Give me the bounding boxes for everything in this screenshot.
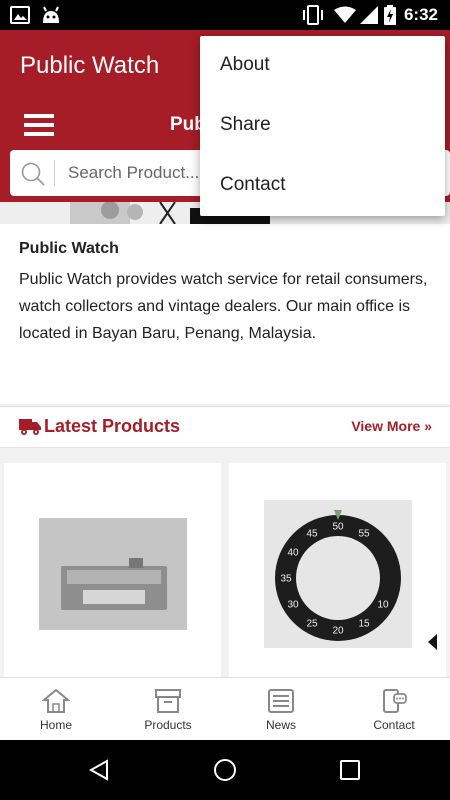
- menu-item-label: Contact: [220, 174, 286, 195]
- bezel-number: 45: [306, 529, 318, 540]
- product-card[interactable]: 55 50 45 40 35 30 25 20 15 10: [229, 463, 446, 677]
- nav-label: Products: [144, 718, 192, 732]
- bezel-number: 20: [332, 626, 344, 637]
- nav-products[interactable]: Products: [112, 678, 224, 741]
- search-icon: [21, 162, 45, 186]
- bezel-number: 35: [280, 574, 292, 585]
- bezel-number: 55: [358, 529, 370, 540]
- app-title: Public Watch: [20, 52, 160, 79]
- bezel-number: 10: [377, 600, 389, 611]
- about-description: Public Watch provides watch service for …: [19, 271, 428, 342]
- newspaper-icon: [268, 689, 294, 713]
- bezel-number: 15: [358, 619, 370, 630]
- bezel-number: 50: [332, 522, 344, 533]
- nav-label: Contact: [373, 718, 415, 732]
- product-image: [39, 518, 187, 630]
- nav-news[interactable]: News: [225, 678, 337, 741]
- bezel-number: 25: [306, 619, 318, 630]
- about-section: Public Watch Public Watch provides watch…: [0, 224, 450, 404]
- recents-icon[interactable]: [339, 759, 361, 781]
- home-icon: [42, 688, 70, 713]
- nav-label: News: [265, 718, 296, 732]
- latest-products-header: Latest Products View More »: [0, 406, 450, 448]
- menu-item-share[interactable]: Share: [200, 96, 445, 156]
- phone-chat-icon: [383, 689, 407, 713]
- hamburger-menu-icon[interactable]: [24, 114, 54, 136]
- android-icon: [43, 6, 59, 23]
- vibrate-icon: [303, 5, 323, 25]
- bottom-navigation: Home Products News Contact: [0, 677, 450, 741]
- system-navigation-bar: [0, 740, 450, 800]
- menu-item-label: Share: [220, 114, 271, 135]
- truck-icon: [19, 419, 41, 435]
- wifi-icon: [334, 6, 356, 23]
- product-card[interactable]: [4, 463, 221, 677]
- gallery-icon: [10, 6, 30, 24]
- bezel-number: 40: [287, 548, 299, 559]
- view-more-link[interactable]: View More »: [351, 418, 432, 434]
- menu-item-label: About: [220, 54, 270, 75]
- home-button-icon[interactable]: [213, 758, 237, 782]
- archive-box-icon: [155, 689, 181, 713]
- product-image: 55 50 45 40 35 30 25 20 15 10: [264, 500, 412, 648]
- signal-icon: [360, 6, 378, 24]
- about-title: Public Watch: [19, 240, 119, 257]
- menu-item-about[interactable]: About: [200, 36, 445, 96]
- search-divider: [54, 160, 55, 186]
- carousel-prev-icon[interactable]: [428, 634, 437, 650]
- latest-products-title: Latest Products: [44, 416, 181, 436]
- status-time: 6:32: [403, 5, 438, 24]
- nav-contact[interactable]: Contact: [338, 678, 450, 741]
- nav-home[interactable]: Home: [0, 678, 112, 741]
- back-icon[interactable]: [88, 759, 110, 781]
- overflow-menu: About Share Contact: [200, 36, 445, 216]
- nav-label: Home: [39, 718, 72, 732]
- status-bar: 6:32: [0, 0, 450, 30]
- battery-icon: [384, 5, 396, 25]
- search-input[interactable]: Search Product...: [68, 163, 199, 183]
- menu-item-contact[interactable]: Contact: [200, 156, 445, 216]
- bezel-number: 30: [287, 600, 299, 611]
